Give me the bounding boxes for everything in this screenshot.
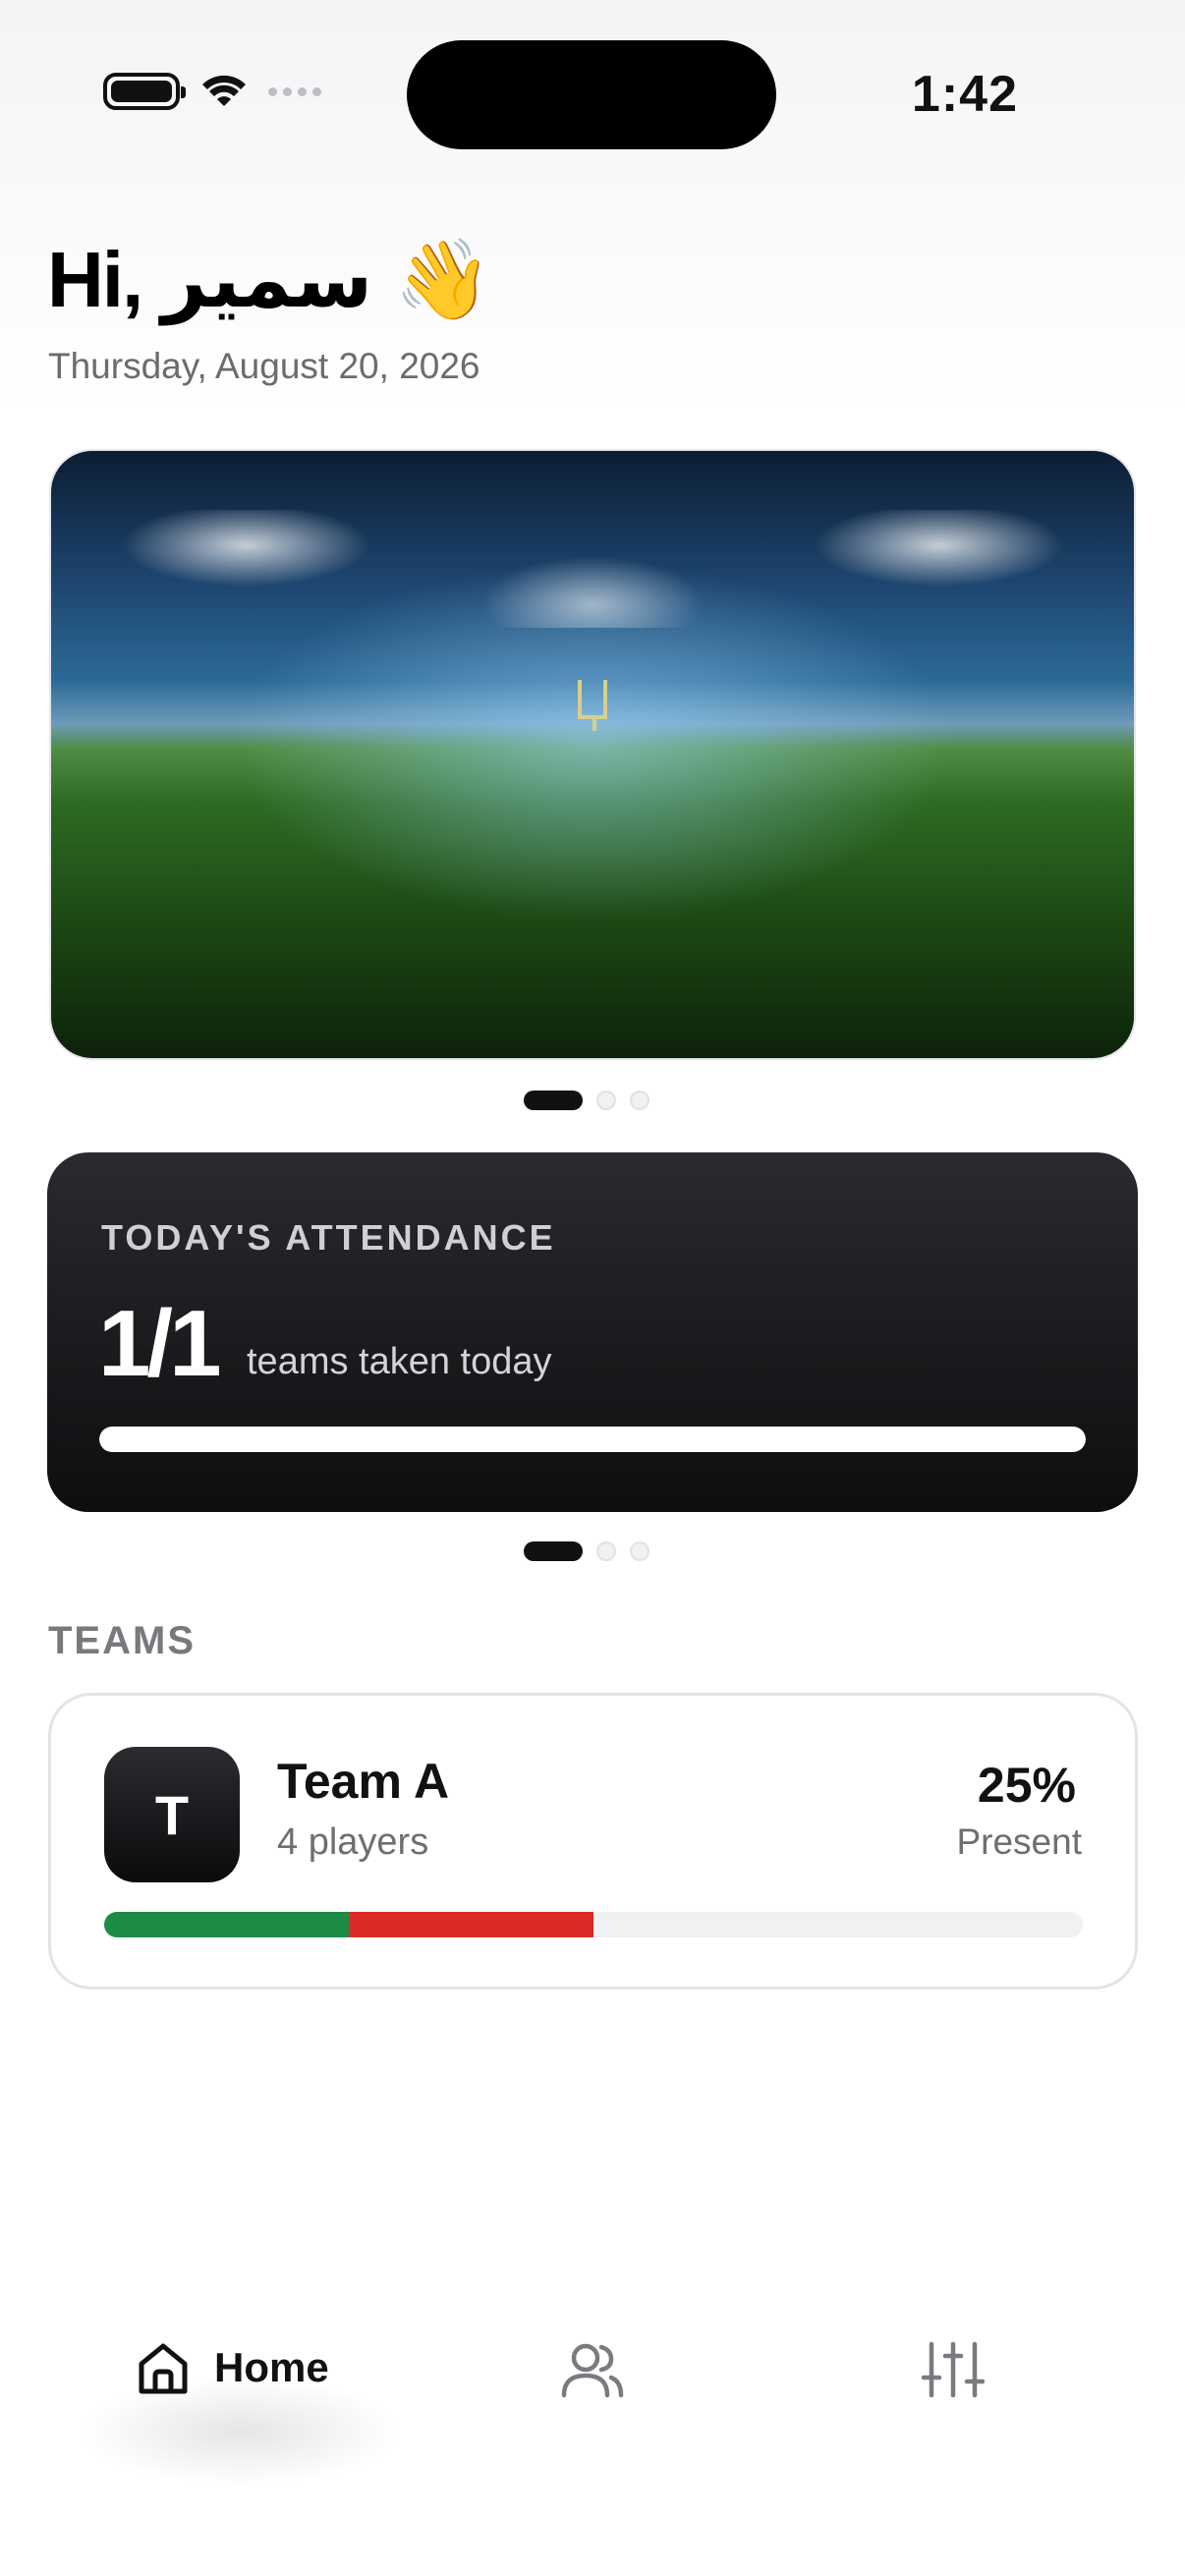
- app-screen: 1:42 Hi, سمير 👋 Thursday, August 20, 202…: [0, 0, 1185, 2576]
- wifi-icon: [202, 75, 246, 106]
- tab-home-label: Home: [214, 2344, 329, 2390]
- team-attendance-bar: [104, 1912, 1083, 1937]
- status-icons: [103, 73, 321, 110]
- team-avatar: T: [104, 1747, 240, 1882]
- pager-dot-active[interactable]: [524, 1541, 583, 1561]
- pager-dot-active[interactable]: [524, 1091, 583, 1110]
- stadium-hero-image[interactable]: [49, 449, 1136, 1060]
- battery-full-icon: [103, 73, 186, 110]
- dynamic-island: [407, 40, 776, 149]
- goalpost-graphic: [578, 680, 607, 731]
- team-present-segment: [104, 1912, 349, 1937]
- pager-dot[interactable]: [596, 1091, 616, 1110]
- pager-dot[interactable]: [596, 1541, 616, 1561]
- tab-bar: Home: [0, 2299, 1185, 2476]
- home-icon: [139, 2343, 188, 2394]
- date-label: Thursday, August 20, 2026: [48, 346, 480, 386]
- attendance-pager[interactable]: [524, 1541, 649, 1561]
- team-name: Team A: [277, 1754, 450, 1809]
- signal-dots-icon: [268, 86, 321, 96]
- sliders-icon[interactable]: [922, 2340, 985, 2399]
- greeting-title: Hi, سمير 👋: [47, 236, 494, 323]
- team-present-percent: 25%: [977, 1758, 1076, 1813]
- team-card[interactable]: T Team A 4 players 25% Present: [48, 1693, 1138, 1989]
- users-icon[interactable]: [560, 2340, 625, 2399]
- teams-section-title: TEAMS: [48, 1619, 196, 1662]
- tab-home[interactable]: Home: [134, 2338, 329, 2397]
- team-present-label: Present: [956, 1821, 1082, 1862]
- pager-dot[interactable]: [630, 1091, 649, 1110]
- attendance-progress-fill: [99, 1427, 1086, 1452]
- hero-pager[interactable]: [524, 1091, 649, 1110]
- attendance-title: TODAY'S ATTENDANCE: [101, 1217, 556, 1258]
- team-absent-segment: [349, 1912, 593, 1937]
- attendance-card[interactable]: TODAY'S ATTENDANCE 1/1 teams taken today: [47, 1152, 1138, 1512]
- pager-dot[interactable]: [630, 1541, 649, 1561]
- team-player-count: 4 players: [277, 1821, 429, 1863]
- attendance-subtitle: teams taken today: [247, 1341, 552, 1382]
- attendance-progress-bar: [99, 1427, 1086, 1452]
- attendance-count: 1/1: [98, 1291, 221, 1396]
- status-time: 1:42: [911, 66, 1018, 123]
